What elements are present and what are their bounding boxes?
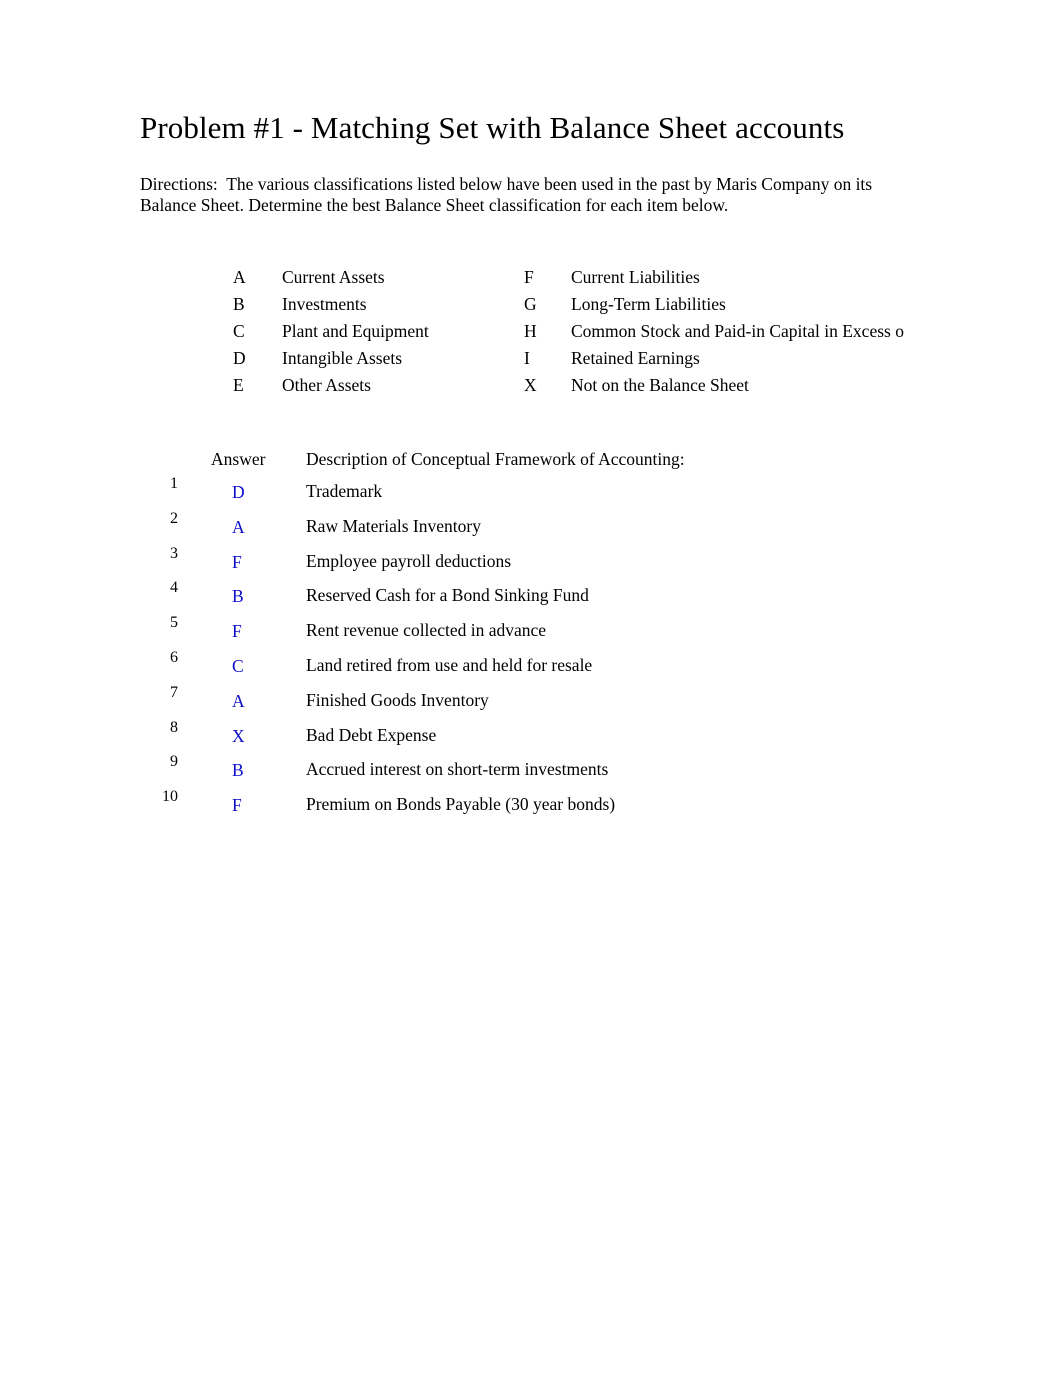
table-row: 1 D Trademark <box>140 472 940 507</box>
answer-letter[interactable]: D <box>232 481 245 503</box>
legend-right-letter: F <box>524 267 534 287</box>
answer-description: Premium on Bonds Payable (30 year bonds) <box>306 794 616 815</box>
legend-right-label: Retained Earnings <box>571 348 700 368</box>
legend-right-letter: I <box>524 348 530 368</box>
table-row: 10 F Premium on Bonds Payable (30 year bon… <box>140 785 940 820</box>
answer-letter[interactable]: F <box>232 794 242 816</box>
document-page: Problem #1 - Matching Set with Balance S… <box>0 0 1062 1376</box>
answer-letter[interactable]: A <box>232 516 245 538</box>
answer-letter[interactable]: F <box>232 620 242 642</box>
legend-left-letter: E <box>233 375 244 395</box>
classification-legend: A Current Assets F Current Liabilities B Inve… <box>233 264 1053 399</box>
legend-left-letter: C <box>233 321 245 341</box>
table-row: 9 B Accrued interest on short-term investm… <box>140 750 940 785</box>
legend-left-label: Plant and Equipment <box>282 321 429 341</box>
legend-left-label: Current Assets <box>282 267 385 287</box>
answer-letter[interactable]: A <box>232 690 245 712</box>
legend-row: A Current Assets F Current Liabilities <box>233 264 1053 291</box>
answer-letter[interactable]: B <box>232 759 244 781</box>
row-number: 2 <box>170 509 178 527</box>
answer-description: Reserved Cash for a Bond Sinking Fund <box>306 585 589 606</box>
answer-table: Answer Description of Conceptual Framewo… <box>140 446 940 820</box>
legend-left-label: Other Assets <box>282 375 371 395</box>
legend-row: B Investments G Long-Term Liabilities <box>233 291 1053 318</box>
legend-row: E Other Assets X Not on the Balance Sheet <box>233 372 1053 399</box>
answer-description: Raw Materials Inventory <box>306 515 481 536</box>
answer-description: Trademark <box>306 481 383 501</box>
answer-letter[interactable]: X <box>232 725 245 747</box>
answer-letter[interactable]: B <box>232 585 244 607</box>
legend-row: C Plant and Equipment H Common Stock and Pa… <box>233 318 1053 345</box>
legend-left-letter: D <box>233 348 246 368</box>
table-row: 8 X Bad Debt Expense <box>140 716 940 751</box>
answer-description: Land retired from use and held for resal… <box>306 654 593 675</box>
row-number: 1 <box>170 475 178 492</box>
answer-letter[interactable]: C <box>232 655 244 677</box>
page-title: Problem #1 - Matching Set with Balance S… <box>140 109 845 145</box>
legend-right-label: Not on the Balance Sheet <box>571 375 749 395</box>
row-number: 10 <box>162 788 178 806</box>
legend-left-letter: B <box>233 294 245 314</box>
answer-description: Bad Debt Expense <box>306 724 437 745</box>
answer-description: Employee payroll deductions <box>306 550 512 571</box>
legend-right-letter: H <box>524 321 537 341</box>
legend-left-letter: A <box>233 267 246 287</box>
legend-left-label: Intangible Assets <box>282 348 403 368</box>
table-row: 4 B Reserved Cash for a Bond Sinking Fund <box>140 576 940 611</box>
table-row: 7 A Finished Goods Inventory <box>140 681 940 716</box>
row-number: 9 <box>170 753 178 771</box>
table-row: 3 F Employee payroll deductions <box>140 542 940 577</box>
directions-paragraph: Directions: The various classifications … <box>140 173 877 215</box>
row-number: 8 <box>170 718 178 736</box>
legend-right-label: Current Liabilities <box>571 267 700 287</box>
column-header-description: Description of Conceptual Framework of A… <box>306 449 685 469</box>
table-row: 6 C Land retired from use and held for res… <box>140 646 940 681</box>
legend-right-letter: X <box>524 375 537 395</box>
legend-left-label: Investments <box>282 294 367 314</box>
table-header-row: Answer Description of Conceptual Framewo… <box>140 446 940 472</box>
answer-description: Finished Goods Inventory <box>306 689 489 710</box>
column-header-answer: Answer <box>211 449 266 469</box>
row-number: 3 <box>170 544 178 562</box>
row-number: 4 <box>170 579 178 597</box>
legend-row: D Intangible Assets I Retained Earnings <box>233 345 1053 372</box>
row-number: 6 <box>170 648 178 666</box>
table-row: 2 A Raw Materials Inventory <box>140 507 940 542</box>
answer-description: Accrued interest on short-term investmen… <box>306 759 609 780</box>
answer-description: Rent revenue collected in advance <box>306 620 547 641</box>
legend-right-letter: G <box>524 294 537 314</box>
legend-right-label: Long-Term Liabilities <box>571 294 726 314</box>
answer-letter[interactable]: F <box>232 551 242 573</box>
row-number: 7 <box>170 683 178 701</box>
table-row: 5 F Rent revenue collected in advance <box>140 611 940 646</box>
legend-right-label: Common Stock and Paid-in Capital in Exce… <box>571 321 904 341</box>
row-number: 5 <box>170 614 178 632</box>
